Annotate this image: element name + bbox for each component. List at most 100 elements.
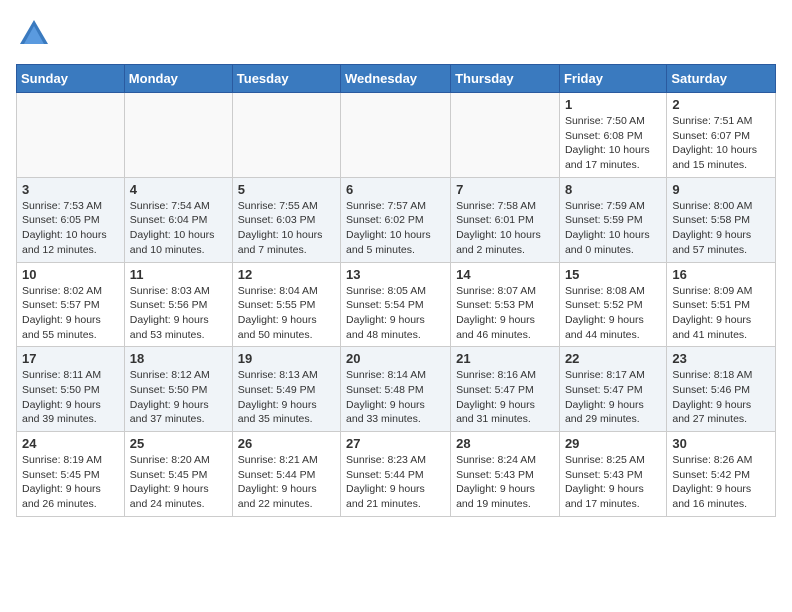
logo-icon	[16, 16, 52, 52]
day-number: 13	[346, 267, 445, 282]
calendar-cell: 14Sunrise: 8:07 AM Sunset: 5:53 PM Dayli…	[451, 262, 560, 347]
day-number: 1	[565, 97, 661, 112]
day-info: Sunrise: 7:50 AM Sunset: 6:08 PM Dayligh…	[565, 114, 661, 173]
day-info: Sunrise: 8:03 AM Sunset: 5:56 PM Dayligh…	[130, 284, 227, 343]
calendar-cell: 24Sunrise: 8:19 AM Sunset: 5:45 PM Dayli…	[17, 432, 125, 517]
page-header	[16, 16, 776, 52]
day-info: Sunrise: 8:23 AM Sunset: 5:44 PM Dayligh…	[346, 453, 445, 512]
day-number: 12	[238, 267, 335, 282]
day-number: 23	[672, 351, 770, 366]
day-info: Sunrise: 8:00 AM Sunset: 5:58 PM Dayligh…	[672, 199, 770, 258]
day-info: Sunrise: 8:14 AM Sunset: 5:48 PM Dayligh…	[346, 368, 445, 427]
calendar-cell: 28 Sunrise: 8:24 AM Sunset: 5:43 PM Dayli…	[451, 432, 560, 517]
day-info: Sunrise: 8:13 AM Sunset: 5:49 PM Dayligh…	[238, 368, 335, 427]
calendar-cell: 27 Sunrise: 8:23 AM Sunset: 5:44 PM Dayli…	[341, 432, 451, 517]
calendar-cell: 22 Sunrise: 8:17 AM Sunset: 5:47 PM Dayli…	[559, 347, 666, 432]
day-info: Sunrise: 8:25 AM Sunset: 5:43 PM Dayligh…	[565, 453, 661, 512]
calendar-cell: 30 Sunrise: 8:26 AM Sunset: 5:42 PM Dayli…	[667, 432, 776, 517]
day-number: 11	[130, 267, 227, 282]
calendar-cell: 29Sunrise: 8:25 AM Sunset: 5:43 PM Dayli…	[559, 432, 666, 517]
day-info: Sunrise: 8:16 AM Sunset: 5:47 PM Dayligh…	[456, 368, 554, 427]
day-number: 27	[346, 436, 445, 451]
calendar-cell: 2 Sunrise: 7:51 AM Sunset: 6:07 PM Daylig…	[667, 93, 776, 178]
day-info: Sunrise: 7:53 AM Sunset: 6:05 PM Dayligh…	[22, 199, 119, 258]
calendar-cell: 4 Sunrise: 7:54 AM Sunset: 6:04 PM Daylig…	[124, 177, 232, 262]
day-info: Sunrise: 8:24 AM Sunset: 5:43 PM Dayligh…	[456, 453, 554, 512]
calendar-cell: 6 Sunrise: 7:57 AM Sunset: 6:02 PM Daylig…	[341, 177, 451, 262]
day-info: Sunrise: 8:08 AM Sunset: 5:52 PM Dayligh…	[565, 284, 661, 343]
calendar-week-row: 3 Sunrise: 7:53 AM Sunset: 6:05 PM Daylig…	[17, 177, 776, 262]
calendar-week-row: 1 Sunrise: 7:50 AM Sunset: 6:08 PM Daylig…	[17, 93, 776, 178]
day-info: Sunrise: 8:26 AM Sunset: 5:42 PM Dayligh…	[672, 453, 770, 512]
calendar-cell: 11 Sunrise: 8:03 AM Sunset: 5:56 PM Dayli…	[124, 262, 232, 347]
day-info: Sunrise: 7:55 AM Sunset: 6:03 PM Dayligh…	[238, 199, 335, 258]
calendar-cell: 25 Sunrise: 8:20 AM Sunset: 5:45 PM Dayli…	[124, 432, 232, 517]
calendar-cell: 1 Sunrise: 7:50 AM Sunset: 6:08 PM Daylig…	[559, 93, 666, 178]
day-info: Sunrise: 8:04 AM Sunset: 5:55 PM Dayligh…	[238, 284, 335, 343]
day-info: Sunrise: 7:58 AM Sunset: 6:01 PM Dayligh…	[456, 199, 554, 258]
day-number: 2	[672, 97, 770, 112]
calendar-cell: 16 Sunrise: 8:09 AM Sunset: 5:51 PM Dayli…	[667, 262, 776, 347]
calendar-cell	[341, 93, 451, 178]
logo	[16, 16, 58, 52]
day-number: 24	[22, 436, 119, 451]
calendar-cell: 21 Sunrise: 8:16 AM Sunset: 5:47 PM Dayli…	[451, 347, 560, 432]
calendar-cell: 12 Sunrise: 8:04 AM Sunset: 5:55 PM Dayli…	[232, 262, 340, 347]
calendar-week-row: 17 Sunrise: 8:11 AM Sunset: 5:50 PM Dayli…	[17, 347, 776, 432]
calendar-cell: 10 Sunrise: 8:02 AM Sunset: 5:57 PM Dayli…	[17, 262, 125, 347]
day-number: 18	[130, 351, 227, 366]
day-info: Sunrise: 7:54 AM Sunset: 6:04 PM Dayligh…	[130, 199, 227, 258]
day-info: Sunrise: 7:57 AM Sunset: 6:02 PM Dayligh…	[346, 199, 445, 258]
day-number: 9	[672, 182, 770, 197]
day-number: 22	[565, 351, 661, 366]
calendar-cell: 15 Sunrise: 8:08 AM Sunset: 5:52 PM Dayli…	[559, 262, 666, 347]
day-info: Sunrise: 8:18 AM Sunset: 5:46 PM Dayligh…	[672, 368, 770, 427]
header-saturday: Saturday	[667, 65, 776, 93]
day-number: 20	[346, 351, 445, 366]
day-info: Sunrise: 8:02 AM Sunset: 5:57 PM Dayligh…	[22, 284, 119, 343]
calendar-cell: 20 Sunrise: 8:14 AM Sunset: 5:48 PM Dayli…	[341, 347, 451, 432]
day-info: Sunrise: 8:12 AM Sunset: 5:50 PM Dayligh…	[130, 368, 227, 427]
day-number: 10	[22, 267, 119, 282]
day-number: 14	[456, 267, 554, 282]
day-number: 6	[346, 182, 445, 197]
header-tuesday: Tuesday	[232, 65, 340, 93]
calendar-cell	[451, 93, 560, 178]
calendar-cell: 7Sunrise: 7:58 AM Sunset: 6:01 PM Daylig…	[451, 177, 560, 262]
day-info: Sunrise: 8:21 AM Sunset: 5:44 PM Dayligh…	[238, 453, 335, 512]
calendar-cell: 8 Sunrise: 7:59 AM Sunset: 5:59 PM Daylig…	[559, 177, 666, 262]
day-number: 25	[130, 436, 227, 451]
day-info: Sunrise: 7:51 AM Sunset: 6:07 PM Dayligh…	[672, 114, 770, 173]
header-friday: Friday	[559, 65, 666, 93]
day-info: Sunrise: 8:11 AM Sunset: 5:50 PM Dayligh…	[22, 368, 119, 427]
calendar-table: SundayMondayTuesdayWednesdayThursdayFrid…	[16, 64, 776, 517]
day-number: 28	[456, 436, 554, 451]
day-info: Sunrise: 8:17 AM Sunset: 5:47 PM Dayligh…	[565, 368, 661, 427]
header-monday: Monday	[124, 65, 232, 93]
day-number: 30	[672, 436, 770, 451]
calendar-cell	[232, 93, 340, 178]
calendar-cell: 9 Sunrise: 8:00 AM Sunset: 5:58 PM Daylig…	[667, 177, 776, 262]
calendar-cell	[17, 93, 125, 178]
calendar-week-row: 10 Sunrise: 8:02 AM Sunset: 5:57 PM Dayli…	[17, 262, 776, 347]
header-wednesday: Wednesday	[341, 65, 451, 93]
day-number: 15	[565, 267, 661, 282]
calendar-cell: 26Sunrise: 8:21 AM Sunset: 5:44 PM Dayli…	[232, 432, 340, 517]
calendar-cell: 5Sunrise: 7:55 AM Sunset: 6:03 PM Daylig…	[232, 177, 340, 262]
day-number: 21	[456, 351, 554, 366]
day-number: 19	[238, 351, 335, 366]
header-sunday: Sunday	[17, 65, 125, 93]
day-number: 17	[22, 351, 119, 366]
day-info: Sunrise: 8:20 AM Sunset: 5:45 PM Dayligh…	[130, 453, 227, 512]
day-number: 4	[130, 182, 227, 197]
day-info: Sunrise: 7:59 AM Sunset: 5:59 PM Dayligh…	[565, 199, 661, 258]
day-info: Sunrise: 8:09 AM Sunset: 5:51 PM Dayligh…	[672, 284, 770, 343]
day-number: 16	[672, 267, 770, 282]
calendar-cell: 13Sunrise: 8:05 AM Sunset: 5:54 PM Dayli…	[341, 262, 451, 347]
header-thursday: Thursday	[451, 65, 560, 93]
day-number: 8	[565, 182, 661, 197]
day-number: 3	[22, 182, 119, 197]
calendar-cell: 18 Sunrise: 8:12 AM Sunset: 5:50 PM Dayli…	[124, 347, 232, 432]
calendar-week-row: 24Sunrise: 8:19 AM Sunset: 5:45 PM Dayli…	[17, 432, 776, 517]
calendar-cell: 3 Sunrise: 7:53 AM Sunset: 6:05 PM Daylig…	[17, 177, 125, 262]
